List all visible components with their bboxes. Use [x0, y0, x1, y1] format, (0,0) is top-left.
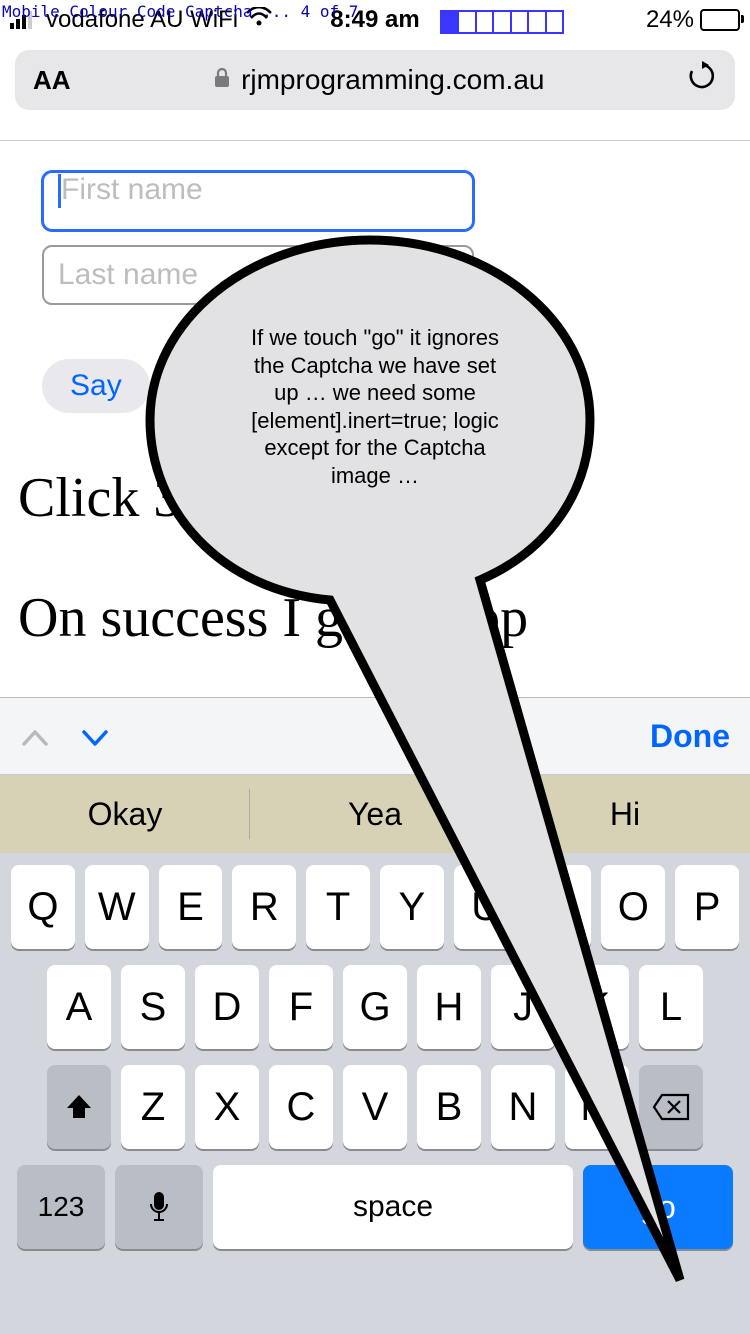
say-button[interactable]: Say [42, 359, 150, 413]
space-key[interactable]: space [213, 1165, 573, 1249]
url-domain: rjmprogramming.com.au [241, 64, 544, 96]
text-size-button[interactable]: AA [33, 65, 71, 96]
first-name-input[interactable]: First name [42, 171, 474, 231]
done-button[interactable]: Done [650, 718, 730, 755]
key-l[interactable]: L [639, 965, 703, 1049]
key-a[interactable]: A [47, 965, 111, 1049]
progress-indicator [440, 10, 564, 34]
key-t[interactable]: T [306, 865, 370, 949]
keyboard-area: Done Okay Yea Hi Q W E R T Y U I O P A S… [0, 697, 750, 1334]
key-q[interactable]: Q [11, 865, 75, 949]
key-f[interactable]: F [269, 965, 333, 1049]
keyboard: Q W E R T Y U I O P A S D F G H J K L Z [0, 853, 750, 1259]
reload-icon[interactable] [687, 61, 717, 100]
mic-key[interactable] [115, 1165, 203, 1249]
key-b[interactable]: B [417, 1065, 481, 1149]
next-field-button[interactable] [80, 715, 110, 757]
lock-icon [213, 64, 231, 96]
battery-icon [700, 9, 740, 31]
suggestion-1[interactable]: Okay [0, 775, 250, 853]
suggestion-2[interactable]: Yea [250, 775, 500, 853]
overlay-caption: Mobile Colour Code Captcha ... 4 of 7 [2, 2, 358, 21]
key-r[interactable]: R [232, 865, 296, 949]
key-i[interactable]: I [528, 865, 592, 949]
first-name-placeholder: First name [61, 173, 203, 206]
suggestion-3[interactable]: Hi [500, 775, 750, 853]
instruction-line-2: On success I ge disapp [18, 583, 750, 653]
key-x[interactable]: X [195, 1065, 259, 1149]
key-n[interactable]: N [491, 1065, 555, 1149]
key-u[interactable]: U [454, 865, 518, 949]
key-v[interactable]: V [343, 1065, 407, 1149]
key-c[interactable]: C [269, 1065, 333, 1149]
key-d[interactable]: D [195, 965, 259, 1049]
input-accessory-bar: Done [0, 698, 750, 775]
instruction-line-1: Click 3 same co [18, 463, 750, 533]
battery-percent: 24% [646, 6, 694, 34]
key-j[interactable]: J [491, 965, 555, 1049]
key-y[interactable]: Y [380, 865, 444, 949]
address-bar[interactable]: AA rjmprogramming.com.au [15, 50, 735, 110]
key-k[interactable]: K [565, 965, 629, 1049]
numbers-key[interactable]: 123 [17, 1165, 105, 1249]
key-g[interactable]: G [343, 965, 407, 1049]
shift-key[interactable] [47, 1065, 111, 1149]
prev-field-button [20, 715, 50, 757]
key-e[interactable]: E [159, 865, 223, 949]
key-m[interactable]: M [565, 1065, 629, 1149]
key-o[interactable]: O [601, 865, 665, 949]
key-h[interactable]: H [417, 965, 481, 1049]
battery-status: 24% [646, 0, 740, 40]
suggestion-bar: Okay Yea Hi [0, 775, 750, 853]
key-s[interactable]: S [121, 965, 185, 1049]
key-p[interactable]: P [675, 865, 739, 949]
key-w[interactable]: W [85, 865, 149, 949]
go-key[interactable]: go [583, 1165, 733, 1249]
backspace-key[interactable] [639, 1065, 703, 1149]
last-name-input[interactable] [42, 245, 474, 305]
key-z[interactable]: Z [121, 1065, 185, 1149]
